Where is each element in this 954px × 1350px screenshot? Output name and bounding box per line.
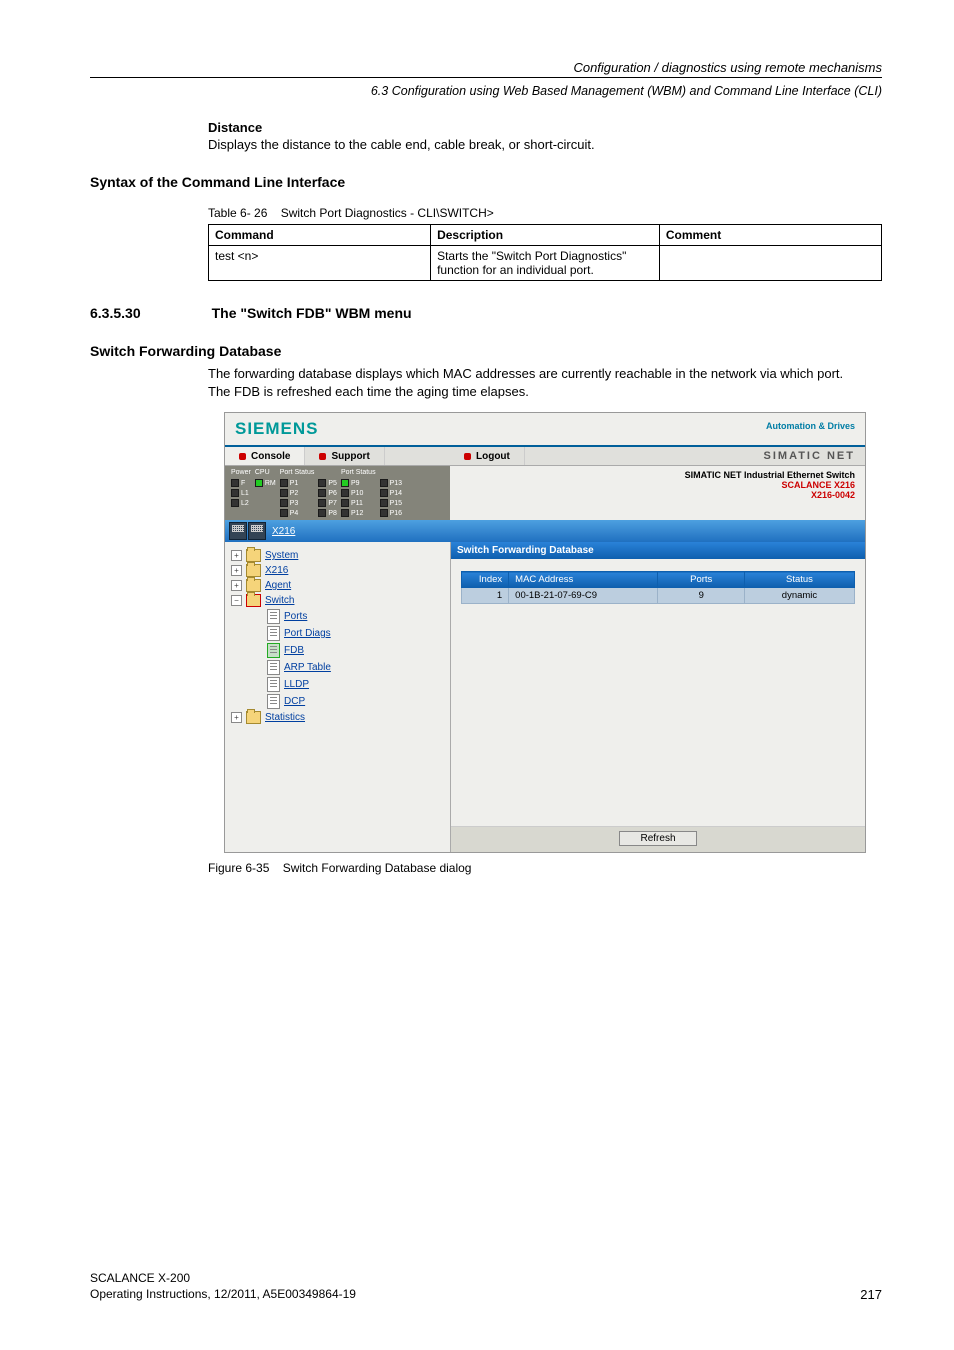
cli-col-description: Description [431, 225, 660, 246]
device-info-l1: SIMATIC NET Industrial Ethernet Switch [460, 470, 855, 480]
dot-icon [464, 453, 471, 460]
menu-logout[interactable]: Logout [450, 447, 525, 465]
cli-cell-description: Starts the "Switch Port Diagnostics" fun… [431, 246, 660, 281]
tree-ports[interactable]: Ports [231, 608, 446, 625]
tree-lldp[interactable]: LLDP [231, 676, 446, 693]
expand-icon[interactable]: + [231, 712, 242, 723]
sfd-row: 1 00-1B-21-07-69-C9 9 dynamic [462, 588, 855, 604]
cli-col-command: Command [209, 225, 431, 246]
sfd-cell-mac: 00-1B-21-07-69-C9 [509, 588, 658, 604]
section-number: 6.3.5.30 [90, 305, 208, 321]
syntax-title: Syntax of the Command Line Interface [90, 174, 882, 190]
sfd-cell-status: dynamic [744, 588, 854, 604]
distance-title: Distance [208, 120, 882, 135]
section-title: The "Switch FDB" WBM menu [212, 305, 412, 321]
menu-support[interactable]: Support [305, 447, 384, 465]
sfd-cell-ports: 9 [658, 588, 744, 604]
sfd-p2: The FDB is refreshed each time the aging… [208, 383, 882, 401]
figure-caption-text: Switch Forwarding Database dialog [283, 861, 472, 875]
expand-icon[interactable]: + [231, 580, 242, 591]
device-info: SIMATIC NET Industrial Ethernet Switch S… [450, 466, 865, 520]
cli-cell-command: test <n> [209, 246, 431, 281]
footer-page: 217 [860, 1287, 882, 1302]
sfd-table: Index MAC Address Ports Status 1 00-1B-2… [461, 571, 855, 604]
brand-label: Automation & Drives [766, 413, 865, 445]
status-led-panel: PowerFL1L2CPURMPort StatusP1P2P3P4P5P6P7… [225, 466, 450, 520]
footer-l1: SCALANCE X-200 [90, 1270, 356, 1286]
expand-icon[interactable]: + [231, 550, 242, 561]
cli-row: test <n> Starts the "Switch Port Diagnos… [209, 246, 882, 281]
device-info-l3: X216-0042 [460, 490, 855, 500]
sfd-p1: The forwarding database displays which M… [208, 365, 882, 383]
table-caption-text: Switch Port Diagnostics - CLI\SWITCH> [281, 206, 494, 220]
device-icons [229, 522, 266, 540]
folder-icon [246, 579, 261, 592]
tree-system[interactable]: +System [231, 548, 446, 563]
sfd-col-status: Status [744, 572, 854, 588]
dot-icon [319, 453, 326, 460]
footer-left: SCALANCE X-200 Operating Instructions, 1… [90, 1270, 356, 1302]
cli-col-comment: Comment [659, 225, 881, 246]
nav-tree: +System +X216 +Agent −Switch Ports Port … [225, 542, 451, 852]
device-info-l2: SCALANCE X216 [460, 480, 855, 490]
sfd-title: Switch Forwarding Database [90, 343, 882, 359]
cli-cell-comment [659, 246, 881, 281]
page-icon [267, 626, 280, 641]
sfd-col-index: Index [462, 572, 509, 588]
tree-statistics[interactable]: +Statistics [231, 710, 446, 725]
wbm-screenshot: SIEMENS Automation & Drives Console Supp… [224, 412, 866, 853]
folder-icon [246, 564, 261, 577]
siemens-logo: SIEMENS [225, 413, 329, 445]
collapse-icon[interactable]: − [231, 595, 242, 606]
tree-portdiags[interactable]: Port Diags [231, 625, 446, 642]
tree-dcp[interactable]: DCP [231, 693, 446, 710]
tree-arp[interactable]: ARP Table [231, 659, 446, 676]
page-icon [267, 677, 280, 692]
cli-table: Command Description Comment test <n> Sta… [208, 224, 882, 281]
tree-switch[interactable]: −Switch [231, 593, 446, 608]
device-icon [229, 522, 247, 540]
expand-icon[interactable]: + [231, 565, 242, 576]
page-icon [267, 694, 280, 709]
folder-icon [246, 711, 261, 724]
tree-agent[interactable]: +Agent [231, 578, 446, 593]
device-label: X216 [272, 526, 295, 537]
refresh-button[interactable]: Refresh [619, 831, 696, 846]
sfd-col-ports: Ports [658, 572, 744, 588]
page-icon [267, 660, 280, 675]
sfd-banner: Switch Forwarding Database [451, 542, 865, 559]
tree-fdb[interactable]: FDB [231, 642, 446, 659]
folder-icon [246, 549, 261, 562]
table-caption-prefix: Table 6- 26 [208, 206, 267, 220]
page-icon [267, 609, 280, 624]
dot-icon [239, 453, 246, 460]
device-icon [248, 522, 266, 540]
tree-x216[interactable]: +X216 [231, 563, 446, 578]
page-selected-icon [267, 643, 280, 658]
simatic-net-label: SIMATIC NET [754, 447, 865, 465]
footer-l2: Operating Instructions, 12/2011, A5E0034… [90, 1286, 356, 1302]
table-caption: Table 6- 26 Switch Port Diagnostics - CL… [208, 206, 882, 220]
header-title: Configuration / diagnostics using remote… [90, 60, 882, 75]
distance-text: Displays the distance to the cable end, … [208, 137, 882, 152]
figure-caption: Figure 6-35 Switch Forwarding Database d… [208, 861, 882, 875]
sfd-col-mac: MAC Address [509, 572, 658, 588]
menu-console[interactable]: Console [225, 447, 305, 465]
figure-caption-prefix: Figure 6-35 [208, 861, 269, 875]
device-bar[interactable]: X216 [225, 520, 865, 542]
header-rule [90, 77, 882, 78]
sfd-cell-index: 1 [462, 588, 509, 604]
folder-open-icon [246, 594, 261, 607]
header-sub: 6.3 Configuration using Web Based Manage… [90, 84, 882, 98]
